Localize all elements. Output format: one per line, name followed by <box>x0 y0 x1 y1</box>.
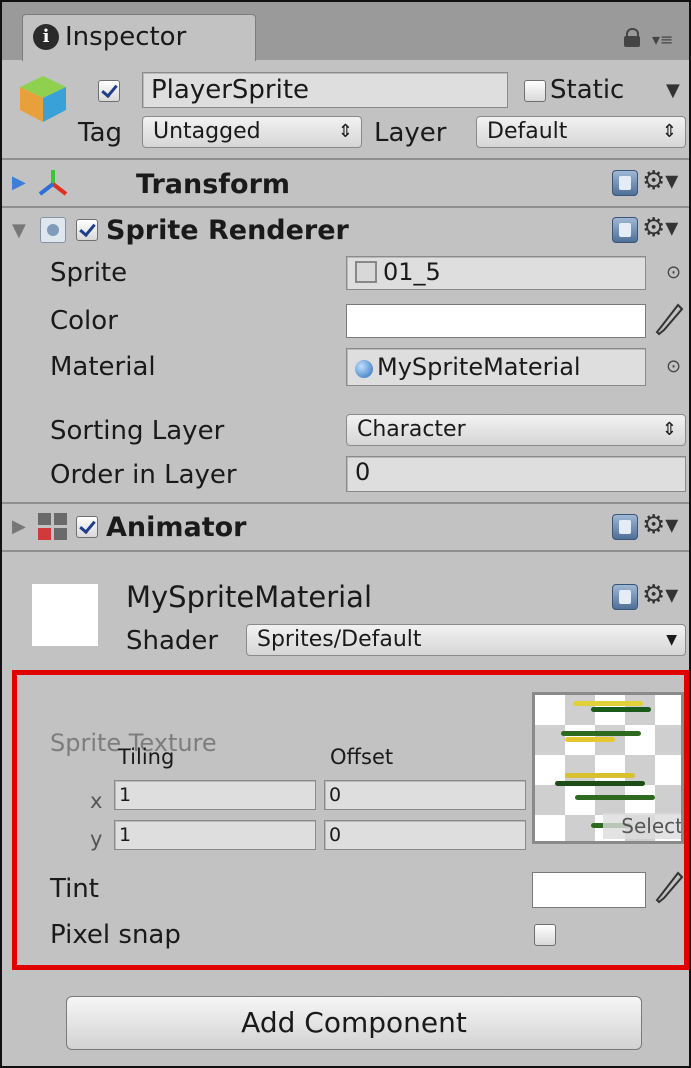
sprite-renderer-icon <box>40 217 66 243</box>
texture-preview[interactable]: Select <box>532 692 684 844</box>
sorting-layer-label: Sorting Layer <box>50 416 225 446</box>
gameobject-cube-icon <box>16 72 70 126</box>
layer-label: Layer <box>374 118 447 148</box>
animator-header[interactable]: ▶ Animator ⚙▾ <box>2 504 689 550</box>
help-book-icon[interactable] <box>612 514 638 540</box>
transform-axes-icon <box>38 168 68 198</box>
sprite-renderer-enabled-checkbox[interactable] <box>76 219 98 241</box>
pixel-snap-label: Pixel snap <box>50 920 181 950</box>
layer-dropdown[interactable]: Default ⇕ <box>476 116 686 148</box>
static-dropdown-arrow-icon[interactable]: ▼ <box>666 80 680 101</box>
updown-arrows-icon: ⇕ <box>661 121 677 142</box>
x-label: x <box>90 789 103 813</box>
eyedropper-icon[interactable] <box>654 870 684 906</box>
pixel-snap-checkbox[interactable] <box>534 924 556 946</box>
updown-arrows-icon: ⇕ <box>661 419 677 440</box>
material-sphere-icon <box>355 360 373 378</box>
offset-label: Offset <box>330 745 394 769</box>
tab-inspector[interactable]: i Inspector <box>22 14 256 61</box>
material-preview-swatch <box>32 584 98 646</box>
static-label: Static <box>550 75 625 105</box>
object-picker-icon[interactable]: ⊙ <box>666 356 681 377</box>
animator-title: Animator <box>106 512 247 543</box>
help-book-icon[interactable] <box>612 170 638 196</box>
gear-icon[interactable]: ⚙▾ <box>642 168 678 194</box>
help-book-icon[interactable] <box>612 584 638 610</box>
sorting-layer-value: Character <box>357 417 466 442</box>
help-book-icon[interactable] <box>612 217 638 243</box>
eyedropper-icon[interactable] <box>654 302 684 338</box>
tag-value: Untagged <box>153 119 261 144</box>
shader-dropdown[interactable]: Sprites/Default ▼ <box>246 624 686 656</box>
gear-icon[interactable]: ⚙▾ <box>642 215 678 241</box>
gameobject-active-checkbox[interactable] <box>98 80 120 102</box>
inspector-window: i Inspector ▾≡ PlayerSprite Static ▼ Tag… <box>0 0 691 1068</box>
offset-x-field[interactable]: 0 <box>324 780 526 810</box>
offset-y-field[interactable]: 0 <box>324 820 526 850</box>
sorting-layer-dropdown[interactable]: Character ⇕ <box>346 414 686 446</box>
material-name: MySpriteMaterial <box>126 580 373 614</box>
tab-title: Inspector <box>65 22 187 52</box>
object-picker-icon[interactable]: ⊙ <box>666 262 681 283</box>
sprite-value: 01_5 <box>383 258 441 286</box>
static-checkbox[interactable] <box>524 80 546 102</box>
foldout-collapsed-icon[interactable]: ▶ <box>12 516 26 537</box>
tiling-x-field[interactable]: 1 <box>114 780 316 810</box>
y-label: y <box>90 827 103 851</box>
tint-swatch[interactable] <box>532 872 646 908</box>
tag-dropdown[interactable]: Untagged ⇕ <box>142 116 362 148</box>
foldout-expanded-icon[interactable]: ▼ <box>12 220 26 241</box>
order-in-layer-label: Order in Layer <box>50 460 237 490</box>
divider <box>2 550 689 552</box>
shader-value: Sprites/Default <box>257 627 422 652</box>
transform-header[interactable]: ▶ Transform ⚙▾ <box>2 160 689 206</box>
order-in-layer-field[interactable]: 0 <box>346 456 686 492</box>
tiling-label: Tiling <box>118 745 175 769</box>
sprite-label: Sprite <box>50 258 128 288</box>
layer-value: Default <box>487 119 568 144</box>
tiling-y-field[interactable]: 1 <box>114 820 316 850</box>
sprite-renderer-header[interactable]: ▼ Sprite Renderer ⚙▾ <box>2 208 689 252</box>
sprite-renderer-title: Sprite Renderer <box>106 215 349 246</box>
material-field[interactable]: MySpriteMaterial <box>346 348 646 386</box>
gameobject-name-field[interactable]: PlayerSprite <box>142 72 508 108</box>
tint-label: Tint <box>50 874 99 904</box>
select-texture-button[interactable]: Select <box>603 813 681 839</box>
gear-icon[interactable]: ⚙▾ <box>642 582 678 608</box>
info-icon: i <box>33 24 59 50</box>
transform-title: Transform <box>136 169 291 200</box>
sprite-asset-icon <box>355 261 377 283</box>
menu-icon[interactable]: ▾≡ <box>652 30 673 49</box>
animator-icon <box>38 513 68 541</box>
material-value: MySpriteMaterial <box>377 353 581 381</box>
sprite-field[interactable]: 01_5 <box>346 256 646 290</box>
lock-icon[interactable] <box>624 28 640 47</box>
shader-label: Shader <box>126 626 219 656</box>
foldout-collapsed-icon[interactable]: ▶ <box>12 172 26 193</box>
gear-icon[interactable]: ⚙▾ <box>642 512 678 538</box>
updown-arrows-icon: ⇕ <box>337 121 353 142</box>
tab-bar: i Inspector ▾≡ <box>2 2 689 61</box>
tag-label: Tag <box>78 118 123 148</box>
dropdown-arrow-icon: ▼ <box>666 632 677 648</box>
add-component-button[interactable]: Add Component <box>66 996 642 1050</box>
color-swatch[interactable] <box>346 304 646 338</box>
color-label: Color <box>50 306 118 336</box>
material-label: Material <box>50 352 156 382</box>
animator-enabled-checkbox[interactable] <box>76 516 98 538</box>
